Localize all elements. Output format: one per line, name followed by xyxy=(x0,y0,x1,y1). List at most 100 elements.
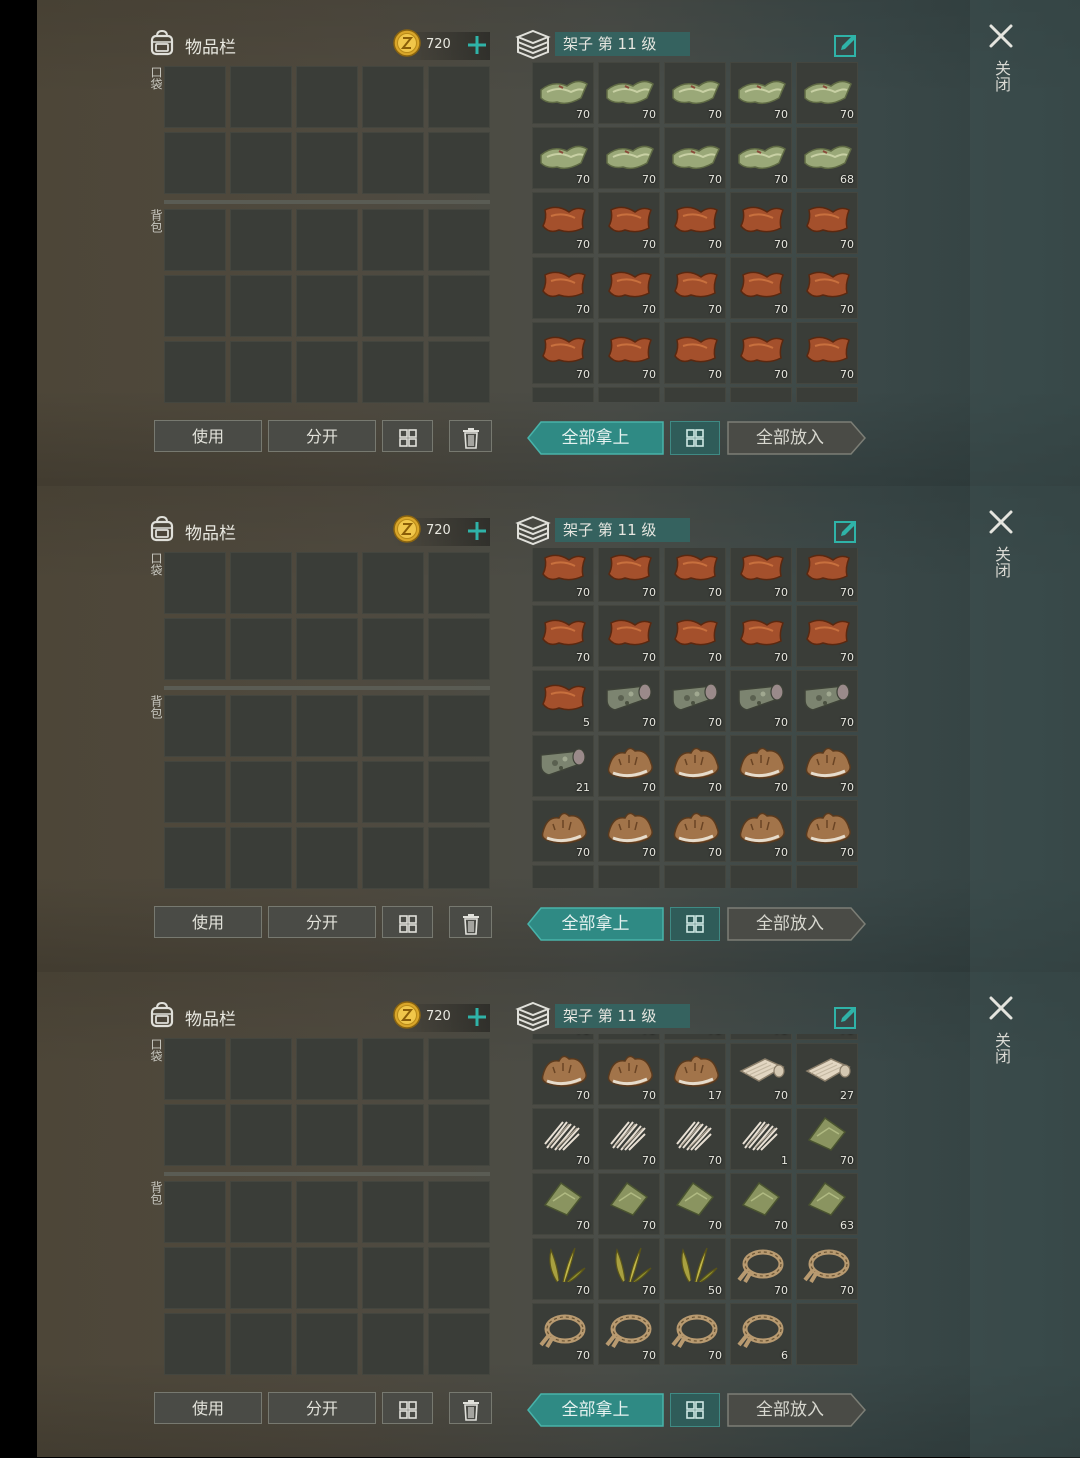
storage-slot-blank[interactable] xyxy=(532,865,594,888)
storage-slot-camo[interactable]: 70 xyxy=(796,670,858,732)
storage-slot-pad[interactable]: 70 xyxy=(796,1108,858,1170)
storage-scroll-area[interactable]: 70 70 70 70 70 70 70 70 70 70 5 70 70 70 70 21 70 70 70 70 7… xyxy=(532,548,858,888)
storage-slot-blank[interactable]: 70 xyxy=(598,1034,660,1040)
inventory-slot[interactable] xyxy=(230,275,292,337)
take-all-button[interactable]: 全部拿上 xyxy=(527,421,664,455)
close-button[interactable] xyxy=(987,994,1015,1022)
storage-slot-leather[interactable]: 70 xyxy=(532,605,594,667)
inventory-slot[interactable] xyxy=(296,695,358,757)
inventory-slot[interactable] xyxy=(362,618,424,680)
storage-slot-leather[interactable]: 70 xyxy=(664,192,726,254)
inventory-slot[interactable] xyxy=(362,1104,424,1166)
inventory-slot[interactable] xyxy=(428,552,490,614)
inventory-slot[interactable] xyxy=(362,761,424,823)
inventory-slot[interactable] xyxy=(362,132,424,194)
storage-slot-fur[interactable]: 70 xyxy=(598,800,660,862)
storage-sort-button[interactable] xyxy=(670,907,720,941)
inventory-slot[interactable] xyxy=(164,1104,226,1166)
edit-icon[interactable] xyxy=(833,32,859,58)
use-button[interactable]: 使用 xyxy=(154,420,262,452)
trash-button[interactable] xyxy=(449,1392,492,1424)
inventory-slot[interactable] xyxy=(296,1313,358,1375)
inventory-slot[interactable] xyxy=(164,827,226,889)
inventory-slot[interactable] xyxy=(230,1247,292,1309)
trash-button[interactable] xyxy=(449,906,492,938)
storage-slot-leather[interactable]: 70 xyxy=(532,192,594,254)
storage-slot-fiber[interactable]: 70 xyxy=(598,1108,660,1170)
storage-slot-fur[interactable]: 70 xyxy=(532,800,594,862)
inventory-slot[interactable] xyxy=(428,1181,490,1243)
inventory-slot[interactable] xyxy=(164,1181,226,1243)
inventory-slot[interactable] xyxy=(428,618,490,680)
storage-slot-camo[interactable]: 70 xyxy=(664,670,726,732)
storage-slot-blank[interactable]: 70 xyxy=(664,1034,726,1040)
storage-slot-pad[interactable]: 70 xyxy=(664,1173,726,1235)
storage-slot-fur[interactable]: 70 xyxy=(532,1043,594,1105)
edit-icon[interactable] xyxy=(833,1004,859,1030)
close-button[interactable] xyxy=(987,22,1015,50)
inventory-slot[interactable] xyxy=(230,761,292,823)
storage-slot-rope[interactable]: 70 xyxy=(796,1238,858,1300)
storage-slot-cloth[interactable]: 70 xyxy=(730,127,792,189)
inventory-slot[interactable] xyxy=(230,209,292,271)
inventory-slot[interactable] xyxy=(230,1313,292,1375)
inventory-slot[interactable] xyxy=(296,341,358,403)
storage-slot-cloth[interactable]: 70 xyxy=(598,62,660,124)
plus-icon[interactable] xyxy=(466,34,488,56)
plus-icon[interactable] xyxy=(466,520,488,542)
storage-slot-rope[interactable]: 70 xyxy=(664,1303,726,1365)
inventory-slot[interactable] xyxy=(428,341,490,403)
inventory-slot[interactable] xyxy=(362,1181,424,1243)
inventory-slot[interactable] xyxy=(428,1104,490,1166)
inventory-slot[interactable] xyxy=(362,1313,424,1375)
storage-slot-fur[interactable]: 70 xyxy=(730,735,792,797)
storage-slot-blank[interactable] xyxy=(796,865,858,888)
take-all-button[interactable]: 全部拿上 xyxy=(527,907,664,941)
storage-slot-camo[interactable]: 70 xyxy=(730,670,792,732)
storage-slot-leather[interactable]: 70 xyxy=(532,257,594,319)
storage-slot-blank[interactable] xyxy=(730,387,792,402)
storage-slot-fiber[interactable]: 70 xyxy=(532,1108,594,1170)
inventory-slot[interactable] xyxy=(428,761,490,823)
inventory-slot[interactable] xyxy=(362,209,424,271)
inventory-slot[interactable] xyxy=(362,1038,424,1100)
inventory-slot[interactable] xyxy=(428,132,490,194)
storage-slot-leather[interactable]: 70 xyxy=(796,192,858,254)
inventory-slot[interactable] xyxy=(362,552,424,614)
inventory-slot[interactable] xyxy=(428,66,490,128)
inventory-slot[interactable] xyxy=(296,1038,358,1100)
storage-slot-plant[interactable]: 70 xyxy=(532,1238,594,1300)
storage-slot-camo[interactable]: 70 xyxy=(598,670,660,732)
inventory-slot[interactable] xyxy=(296,761,358,823)
storage-slot-plant[interactable]: 50 xyxy=(664,1238,726,1300)
close-button[interactable] xyxy=(987,508,1015,536)
inventory-slot[interactable] xyxy=(230,66,292,128)
inventory-slot[interactable] xyxy=(296,618,358,680)
inventory-slot[interactable] xyxy=(428,275,490,337)
inventory-slot[interactable] xyxy=(428,695,490,757)
storage-slot-leather[interactable]: 70 xyxy=(796,322,858,384)
storage-slot-leather[interactable]: 70 xyxy=(664,605,726,667)
storage-slot-cloth[interactable]: 70 xyxy=(664,62,726,124)
storage-slot-fur[interactable]: 17 xyxy=(664,1043,726,1105)
inventory-slot[interactable] xyxy=(362,66,424,128)
inventory-slot[interactable] xyxy=(428,827,490,889)
use-button[interactable]: 使用 xyxy=(154,906,262,938)
inventory-slot[interactable] xyxy=(296,132,358,194)
storage-slot-blank[interactable] xyxy=(730,865,792,888)
inventory-slot[interactable] xyxy=(362,275,424,337)
storage-slot-leather[interactable]: 70 xyxy=(730,605,792,667)
storage-slot-fur[interactable]: 70 xyxy=(730,800,792,862)
storage-slot-rope[interactable]: 6 xyxy=(730,1303,792,1365)
inventory-slot[interactable] xyxy=(164,552,226,614)
storage-slot-pad[interactable]: 63 xyxy=(796,1173,858,1235)
storage-slot-plant[interactable]: 70 xyxy=(598,1238,660,1300)
storage-slot-leather[interactable]: 70 xyxy=(730,322,792,384)
storage-slot-leather[interactable]: 70 xyxy=(664,322,726,384)
storage-slot-blank[interactable] xyxy=(664,865,726,888)
inventory-slot[interactable] xyxy=(164,209,226,271)
inventory-slot[interactable] xyxy=(164,275,226,337)
put-all-button[interactable]: 全部放入 xyxy=(727,421,867,455)
storage-slot-leather[interactable]: 70 xyxy=(598,605,660,667)
storage-slot-fiber[interactable]: 1 xyxy=(730,1108,792,1170)
